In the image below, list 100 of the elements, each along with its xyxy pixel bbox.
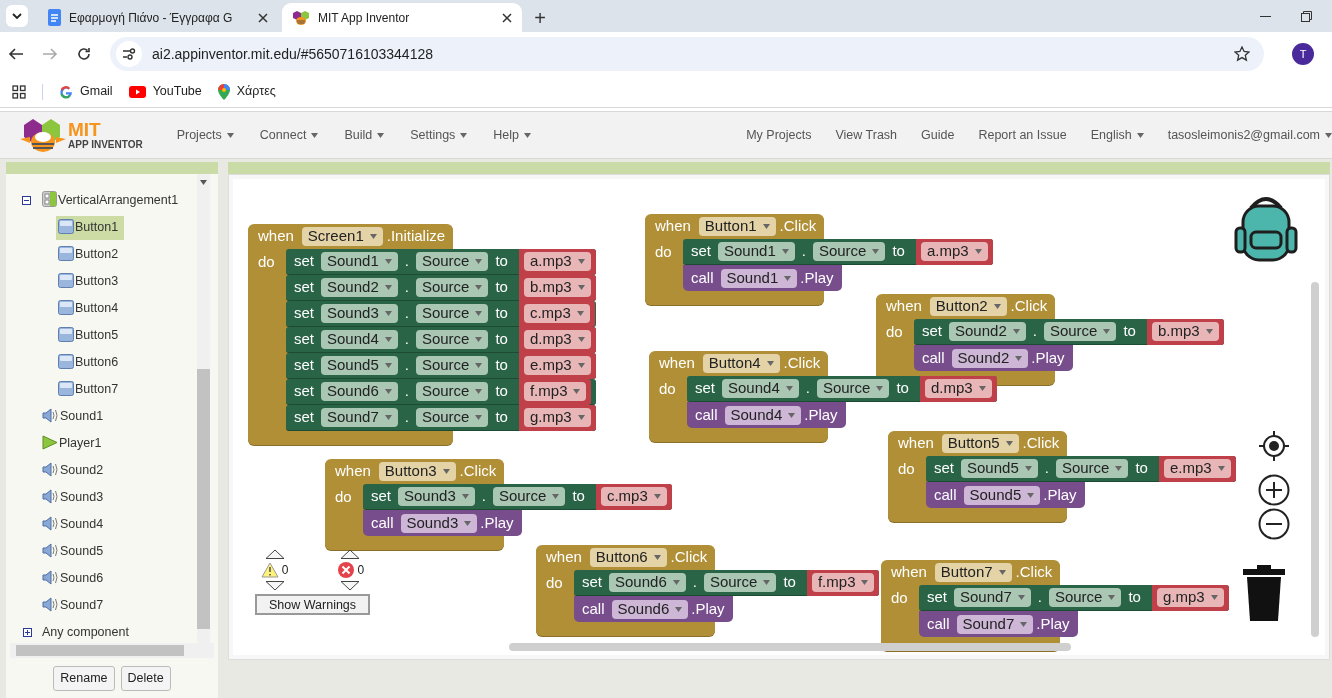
restore-icon[interactable]	[1301, 10, 1312, 22]
menu-item[interactable]: Projects	[176, 125, 234, 145]
site-settings-icon[interactable]	[122, 48, 136, 60]
set-property-block[interactable]: set Sound1 . Source to a.mp3	[683, 239, 993, 265]
star-icon[interactable]	[1234, 46, 1250, 62]
up-arrow-icon[interactable]	[340, 549, 361, 559]
component-dropdown[interactable]: Sound7	[956, 614, 1034, 634]
set-property-block[interactable]: set Sound7 . Source to g.mp3	[286, 405, 596, 431]
text-value-block[interactable]: g.mp3	[1151, 584, 1229, 611]
component-dropdown[interactable]: Sound1	[321, 252, 398, 271]
set-property-block[interactable]: set Sound5 . Source to e.mp3	[286, 353, 596, 379]
component-dropdown[interactable]: Sound4	[321, 330, 398, 349]
text-value-block[interactable]: b.mp3	[1146, 318, 1224, 345]
tree-item[interactable]: Sound7	[40, 593, 110, 618]
component-dropdown[interactable]: Sound3	[321, 304, 398, 323]
call-method-block[interactable]: call Sound2 .Play	[914, 345, 1073, 371]
back-icon[interactable]	[8, 46, 24, 62]
text-value-block[interactable]: d.mp3	[518, 326, 596, 353]
trash-icon[interactable]	[1243, 565, 1285, 621]
text-value-block[interactable]: a.mp3	[518, 248, 596, 275]
tree-item[interactable]: Button3	[56, 269, 125, 294]
tree-item[interactable]: Sound4	[40, 512, 110, 537]
property-dropdown[interactable]: Source	[703, 573, 777, 592]
call-method-block[interactable]: call Sound4 .Play	[687, 402, 846, 428]
file-dropdown[interactable]: d.mp3	[924, 379, 992, 398]
component-dropdown[interactable]: Sound2	[321, 278, 398, 297]
component-dropdown[interactable]: Sound5	[321, 356, 398, 375]
nav-link[interactable]: Guide	[921, 125, 955, 145]
property-dropdown[interactable]: Source	[415, 408, 489, 427]
property-dropdown[interactable]: Source	[812, 242, 886, 261]
file-dropdown[interactable]: f.mp3	[811, 573, 875, 592]
down-arrow-icon[interactable]	[340, 581, 361, 591]
bookmark-link[interactable]: Gmail	[59, 82, 113, 101]
horizontal-scrollbar[interactable]	[509, 643, 1071, 651]
component-dropdown[interactable]: Sound5	[961, 459, 1038, 478]
component-dropdown[interactable]: Sound7	[954, 588, 1031, 607]
tree-item[interactable]: Button1	[56, 215, 125, 240]
menu-item[interactable]: Help	[493, 125, 532, 145]
file-dropdown[interactable]: g.mp3	[523, 408, 591, 427]
dropdown-menu[interactable]: tasosleimonis2@gmail.com	[1167, 125, 1332, 145]
file-dropdown[interactable]: e.mp3	[523, 356, 591, 375]
text-value-block[interactable]: f.mp3	[518, 378, 592, 405]
tree-item[interactable]: Button2	[56, 242, 125, 267]
property-dropdown[interactable]: Source	[1048, 588, 1122, 607]
component-dropdown[interactable]: Button1	[698, 217, 776, 236]
file-dropdown[interactable]: b.mp3	[1151, 322, 1219, 341]
component-dropdown[interactable]: Sound7	[321, 408, 398, 427]
text-value-block[interactable]: c.mp3	[595, 483, 672, 510]
text-value-block[interactable]: e.mp3	[1158, 455, 1236, 482]
component-dropdown[interactable]: Sound1	[720, 268, 798, 288]
tree-item[interactable]: VerticalArrangement1	[40, 188, 185, 213]
call-method-block[interactable]: call Sound6 .Play	[574, 596, 733, 622]
set-property-block[interactable]: set Sound3 . Source to c.mp3	[363, 484, 672, 510]
tree-item[interactable]: Button5	[56, 323, 125, 348]
text-value-block[interactable]: b.mp3	[518, 274, 596, 301]
text-value-block[interactable]: d.mp3	[919, 375, 997, 402]
set-property-block[interactable]: set Sound2 . Source to b.mp3	[914, 319, 1224, 345]
menu-item[interactable]: Connect	[259, 125, 319, 145]
zoom-in-icon[interactable]	[1258, 474, 1290, 506]
close-icon[interactable]	[502, 12, 512, 23]
new-tab-button[interactable]: +	[526, 3, 554, 32]
set-property-block[interactable]: set Sound4 . Source to d.mp3	[687, 376, 997, 402]
component-dropdown[interactable]: Sound6	[321, 382, 398, 401]
nav-link[interactable]: View Trash	[835, 125, 898, 145]
up-arrow-icon[interactable]	[264, 549, 285, 559]
text-value-block[interactable]: c.mp3	[518, 300, 595, 327]
component-dropdown[interactable]: Screen1	[301, 227, 383, 246]
component-dropdown[interactable]: Sound4	[724, 405, 802, 425]
file-dropdown[interactable]: e.mp3	[1163, 459, 1231, 478]
file-dropdown[interactable]: a.mp3	[920, 242, 988, 261]
tree-item[interactable]: Button4	[56, 296, 125, 321]
panel-button[interactable]: Rename	[53, 665, 115, 691]
tab-search-icon[interactable]	[6, 5, 28, 27]
component-dropdown[interactable]: Sound2	[951, 348, 1029, 368]
property-dropdown[interactable]: Source	[415, 304, 489, 323]
tree-item[interactable]: Sound6	[40, 566, 110, 591]
tree-item[interactable]: Sound1	[40, 404, 110, 429]
tree-item[interactable]: Sound5	[40, 539, 110, 564]
show-warnings-button[interactable]: Show Warnings	[255, 594, 371, 615]
zoom-out-icon[interactable]	[1258, 508, 1290, 540]
backpack-icon[interactable]	[1233, 194, 1299, 262]
component-dropdown[interactable]: Sound6	[611, 599, 689, 619]
set-property-block[interactable]: set Sound4 . Source to d.mp3	[286, 327, 596, 353]
reload-icon[interactable]	[76, 46, 92, 62]
recenter-icon[interactable]	[1259, 431, 1289, 461]
text-value-block[interactable]: f.mp3	[806, 569, 880, 596]
expand-icon[interactable]	[23, 628, 32, 637]
file-dropdown[interactable]: c.mp3	[600, 487, 667, 506]
down-arrow-icon[interactable]	[264, 581, 285, 591]
set-property-block[interactable]: set Sound2 . Source to b.mp3	[286, 275, 596, 301]
component-dropdown[interactable]: Button7	[934, 563, 1012, 582]
component-dropdown[interactable]: Button4	[702, 354, 780, 373]
set-property-block[interactable]: set Sound1 . Source to a.mp3	[286, 249, 596, 275]
panel-button[interactable]: Delete	[120, 665, 171, 691]
call-method-block[interactable]: call Sound5 .Play	[926, 482, 1085, 508]
component-dropdown[interactable]: Sound5	[963, 485, 1041, 505]
property-dropdown[interactable]: Source	[816, 379, 890, 398]
component-dropdown[interactable]: Sound3	[398, 487, 475, 506]
tree-item[interactable]: Player1	[40, 431, 108, 456]
file-dropdown[interactable]: d.mp3	[523, 330, 591, 349]
